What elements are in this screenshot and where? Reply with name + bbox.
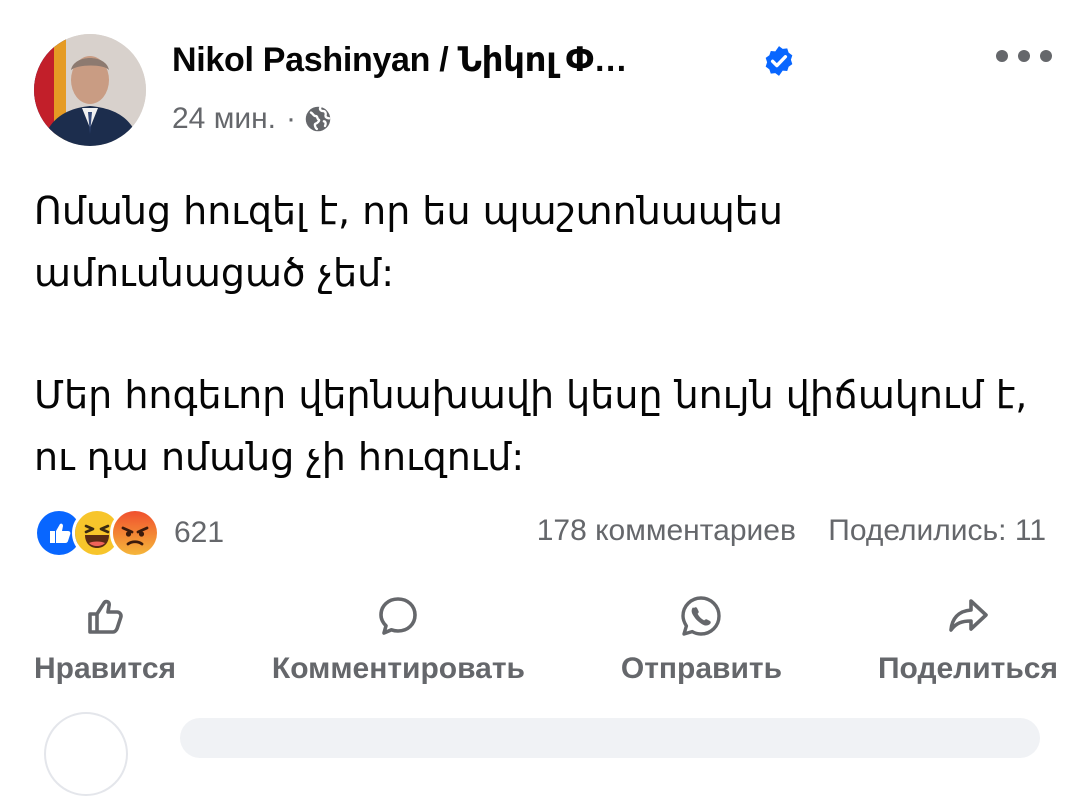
post-meta: 24 мин. ·: [172, 102, 332, 136]
post-paragraph-2: Մեր հոգեւոր վերնախավի կեսը նույն վիճակու…: [34, 373, 1028, 479]
reactions-summary[interactable]: 621: [34, 508, 224, 558]
send-button[interactable]: Отправить: [621, 592, 782, 702]
comment-input-bar[interactable]: [180, 718, 1040, 758]
share-label: Поделиться: [877, 652, 1058, 685]
post-text: Ոմանց հուզել է, որ ես պաշտոնապես ամուսնա…: [34, 180, 1044, 488]
post-stats: 621 178 комментариев Поделились: 11: [34, 508, 1046, 558]
author-name[interactable]: Nikol Pashinyan / Նիկոլ Փ…: [172, 40, 628, 80]
avatar-image: [34, 34, 146, 146]
share-arrow-icon: [949, 599, 988, 632]
thumbs-up-icon: [88, 599, 123, 634]
post-time[interactable]: 24 мин.: [172, 102, 276, 136]
commenter-avatar: [44, 712, 128, 796]
shares-count[interactable]: Поделились: 11: [828, 514, 1046, 547]
comment-label: Комментировать: [271, 652, 526, 685]
meta-separator: ·: [286, 102, 296, 135]
whatsapp-icon: [681, 596, 722, 636]
post-header: Nikol Pashinyan / Նիկոլ Փ… 24 мин. ·: [34, 34, 1054, 146]
comments-count[interactable]: 178 комментариев: [537, 514, 796, 547]
comment-button[interactable]: Комментировать: [272, 592, 525, 702]
post-paragraph-1: Ոմանց հուզել է, որ ես պաշտոնապես ամուսնա…: [34, 189, 783, 295]
more-options-icon[interactable]: [994, 46, 1054, 66]
reactions-count[interactable]: 621: [174, 516, 224, 550]
comment-bubble-icon: [379, 597, 418, 635]
globe-icon: [305, 106, 331, 132]
facebook-post: Nikol Pashinyan / Նիկոլ Փ… 24 мин. · Ոմա…: [0, 0, 1080, 796]
like-button[interactable]: Нравится: [34, 592, 176, 702]
share-button[interactable]: Поделиться: [878, 592, 1058, 702]
like-label: Нравится: [34, 652, 177, 685]
verified-badge-icon: [765, 46, 793, 76]
author-avatar[interactable]: [34, 34, 146, 146]
angry-icon: [110, 508, 160, 558]
send-label: Отправить: [620, 652, 783, 685]
post-actions: Нравится Комментировать Отправить Подели…: [0, 592, 1080, 702]
engagement-counts: 178 комментариев Поделились: 11: [537, 514, 1046, 548]
